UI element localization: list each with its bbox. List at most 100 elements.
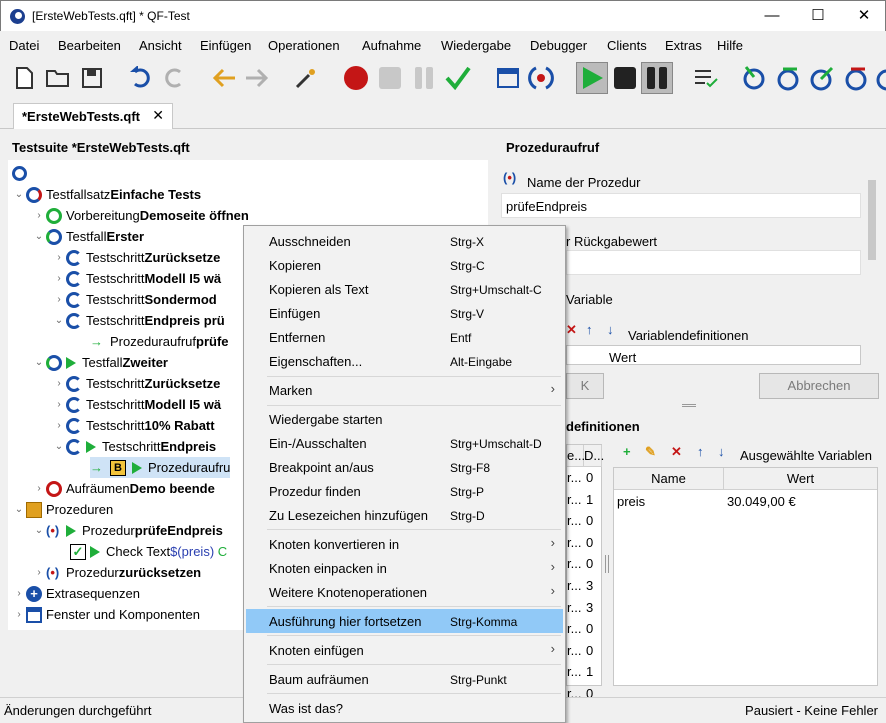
move-down-icon[interactable]: ↓ [718, 444, 725, 459]
play-icon[interactable] [576, 62, 608, 94]
tree-node-extrasequenzen[interactable]: › + Extrasequenzen [12, 583, 140, 604]
tree-node-testschritt[interactable]: › Testschritt 10% Rabatt [52, 415, 215, 436]
stop-icon[interactable] [611, 64, 639, 92]
ok-button[interactable]: K [566, 373, 604, 399]
open-folder-icon[interactable] [44, 64, 72, 92]
table-row[interactable]: preis 30.049,00 € [614, 490, 877, 511]
menu-hilfe[interactable]: Hilfe [717, 38, 743, 53]
chevron-down-icon[interactable]: ⌄ [12, 504, 26, 515]
menu-wiedergabe[interactable]: Wiedergabe [441, 38, 511, 53]
close-button[interactable]: ✕ [841, 1, 886, 32]
return-value-field[interactable] [566, 250, 861, 275]
menu-item-einfuegen[interactable]: Einfügen Strg-V [246, 301, 563, 325]
menu-item-marken[interactable]: Marken › [246, 378, 563, 402]
redo-icon[interactable] [160, 64, 188, 92]
tree-node-fenster[interactable]: › Fenster und Komponenten [12, 604, 200, 625]
table-row[interactable]: r... 0 [567, 553, 602, 574]
tree-node-vorbereitung[interactable]: › Vorbereitung Demoseite öffnen [32, 205, 249, 226]
menu-ansicht[interactable]: Ansicht [139, 38, 182, 53]
tree-node-testsuite[interactable] [12, 163, 31, 184]
menu-item-ein-ausschalten[interactable]: Ein-/Ausschalten Strg+Umschalt-D [246, 431, 563, 455]
undo-icon[interactable] [127, 64, 155, 92]
menu-item-knoten-einpacken[interactable]: Knoten einpacken in › [246, 556, 563, 580]
stop-record-icon[interactable] [376, 64, 404, 92]
chevron-right-icon[interactable]: › [52, 294, 66, 305]
step-over-icon[interactable] [774, 64, 802, 92]
forward-arrow-icon[interactable] [243, 64, 271, 92]
save-icon[interactable] [78, 64, 106, 92]
pause-icon[interactable] [641, 62, 673, 94]
chevron-down-icon[interactable]: ⌄ [32, 357, 46, 368]
tree-node-check-text[interactable]: ✓ Check Text $(preis) C [70, 541, 227, 562]
menu-clients[interactable]: Clients [607, 38, 647, 53]
move-down-icon[interactable]: ↓ [607, 322, 614, 337]
chevron-down-icon[interactable]: ⌄ [12, 189, 26, 200]
table-row[interactable]: r... 1 [567, 661, 602, 682]
skip-out-icon[interactable] [874, 64, 886, 92]
menu-item-wiedergabe-starten[interactable]: Wiedergabe starten [246, 407, 563, 431]
magic-wand-icon[interactable] [292, 64, 320, 92]
checkmark-icon[interactable] [444, 64, 472, 92]
step-in-icon[interactable] [740, 64, 768, 92]
tree-node-testschritt[interactable]: › Testschritt Sondermod [52, 289, 217, 310]
table-row[interactable]: r... 0 [567, 618, 602, 639]
tree-node-testschritt[interactable]: ⌄ Testschritt Endpreis prü [52, 310, 225, 331]
menu-item-knoten-einfuegen[interactable]: Knoten einfügen › [246, 638, 563, 662]
tree-node-prozeduraufruf[interactable]: → Prozeduraufruf prüfe [90, 331, 229, 352]
chevron-right-icon[interactable]: › [12, 609, 26, 620]
chevron-right-icon[interactable]: › [52, 252, 66, 263]
tree-node-prozedur-pruefe[interactable]: ⌄ (•) Prozedur prüfeEndpreis [32, 520, 223, 541]
chevron-down-icon[interactable]: ⌄ [52, 315, 66, 326]
chevron-right-icon[interactable]: › [52, 378, 66, 389]
menu-item-entfernen[interactable]: Entfernen Entf [246, 325, 563, 349]
menu-debugger[interactable]: Debugger [530, 38, 587, 53]
menu-item-was-ist-das[interactable]: Was ist das? [246, 696, 563, 720]
menu-item-eigenschaften[interactable]: Eigenschaften... Alt-Eingabe [246, 349, 563, 373]
menu-item-prozedur-finden[interactable]: Prozedur finden Strg-P [246, 479, 563, 503]
delete-icon[interactable]: ✕ [671, 444, 682, 460]
add-icon[interactable]: + [623, 444, 631, 459]
tree-node-testschritt[interactable]: › Testschritt Modell I5 wä [52, 268, 221, 289]
menu-operationen[interactable]: Operationen [268, 38, 340, 53]
tree-node-testschritt[interactable]: › Testschritt Modell I5 wä [52, 394, 221, 415]
menu-aufnahme[interactable]: Aufnahme [362, 38, 421, 53]
table-row[interactable]: r... 3 [567, 575, 602, 596]
move-up-icon[interactable]: ↑ [586, 322, 593, 337]
column-header[interactable]: e... [567, 445, 585, 467]
checklist-icon[interactable] [692, 64, 720, 92]
delete-icon[interactable]: ✕ [566, 322, 577, 338]
chevron-right-icon[interactable]: › [12, 588, 26, 599]
detail-scrollbar[interactable] [866, 170, 878, 360]
vardef-table[interactable]: Wert [566, 345, 861, 365]
table-row[interactable]: r... 0 [567, 510, 602, 531]
splitter-handle[interactable] [605, 555, 609, 573]
chevron-right-icon[interactable]: › [52, 273, 66, 284]
chevron-right-icon[interactable]: › [32, 483, 46, 494]
chevron-right-icon[interactable]: › [32, 567, 46, 578]
table-row[interactable]: r... 0 [567, 532, 602, 553]
wert-column-header[interactable]: Wert [724, 468, 877, 490]
chevron-right-icon[interactable]: › [52, 399, 66, 410]
chevron-right-icon[interactable]: › [52, 420, 66, 431]
menu-extras[interactable]: Extras [665, 38, 702, 53]
pause-record-icon[interactable] [410, 64, 438, 92]
move-up-icon[interactable]: ↑ [697, 444, 704, 459]
splitter-handle[interactable] [682, 404, 696, 407]
menu-item-baum-aufraeumen[interactable]: Baum aufräumen Strg-Punkt [246, 667, 563, 691]
table-row[interactable]: r... 1 [567, 489, 602, 510]
variables-list-table[interactable]: e... D... r... 0 r... 1 r... 0 r... 0 r... 0 r... 3… [566, 444, 604, 701]
tree-node-testfallsatz[interactable]: ⌄ Testfallsatz Einfache Tests [12, 184, 201, 205]
menu-item-kopieren[interactable]: Kopieren Strg-C [246, 253, 563, 277]
new-file-icon[interactable] [10, 64, 38, 92]
back-arrow-icon[interactable] [210, 64, 238, 92]
table-row[interactable]: r... 3 [567, 597, 602, 618]
tree-node-testschritt[interactable]: ⌄ Testschritt Endpreis [52, 436, 216, 457]
tree-node-aufraeumen[interactable]: › Aufräumen Demo beende [32, 478, 215, 499]
tree-node-prozeduraufruf-current[interactable]: → B Prozeduraufru [90, 457, 231, 478]
menu-item-kopieren-als-text[interactable]: Kopieren als Text Strg+Umschalt-C [246, 277, 563, 301]
chevron-down-icon[interactable]: ⌄ [32, 525, 46, 536]
name-column-header[interactable]: Name [614, 468, 724, 490]
menu-bearbeiten[interactable]: Bearbeiten [58, 38, 121, 53]
window-icon[interactable] [494, 64, 522, 92]
maximize-button[interactable]: ☐ [795, 1, 841, 32]
